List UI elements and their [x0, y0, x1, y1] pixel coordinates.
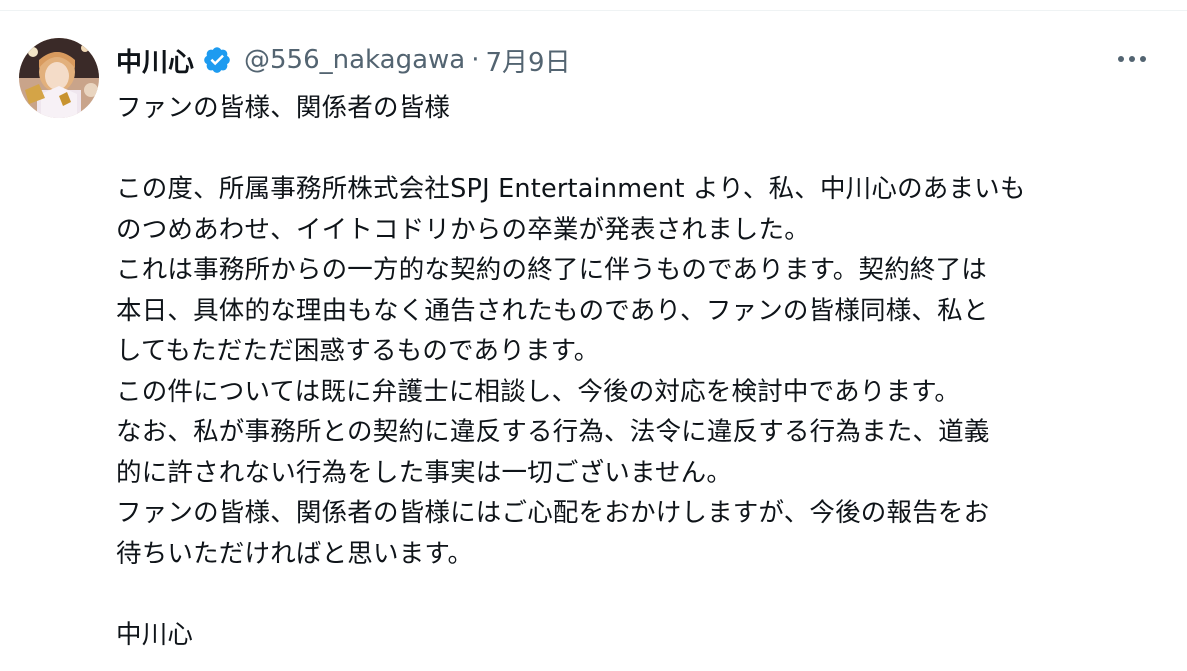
tweet-line: 本日、具体的な理由もなく通告されたものであり、ファンの皆様同様、私と	[116, 295, 989, 326]
tweet-line: この度、所属事務所株式会社SPJ Entertainment より、私、中川心の…	[116, 174, 1026, 204]
tweet-line: 待ちいただければと思います。	[116, 538, 474, 569]
tweet-line	[116, 129, 1156, 170]
avatar-image	[19, 38, 99, 118]
user-handle[interactable]: @556_nakagawa	[244, 45, 465, 75]
more-horizontal-icon	[1118, 56, 1146, 62]
verified-badge-icon	[202, 45, 232, 75]
tweet-line: この件については既に弁護士に相談し、今後の対応を検討中であります。	[116, 376, 961, 407]
tweet-date[interactable]: 7月9日	[485, 42, 570, 79]
tweet-line: なお、私が事務所との契約に違反する行為、法令に違反する行為また、道義	[116, 417, 990, 447]
tweet-line: 中川心	[116, 619, 194, 650]
tweet-line: してもただただ困惑するものであります。	[116, 336, 600, 366]
avatar[interactable]	[19, 38, 99, 118]
header-separator: ·	[471, 45, 480, 75]
tweet-header: 中川心 @556_nakagawa · 7月9日	[116, 42, 571, 79]
tweet-line: のつめあわせ、イイトコドリからの卒業が発表されました。	[116, 214, 810, 245]
more-options-button[interactable]	[1112, 44, 1152, 74]
tweet-line: 的に許されない行為をした事実は一切ございません。	[116, 457, 733, 488]
display-name[interactable]: 中川心	[116, 42, 194, 79]
tweet-text: ファンの皆様、関係者の皆様 この度、所属事務所株式会社SPJ Entertain…	[116, 88, 1156, 655]
tweet-line: これは事務所からの一方的な契約の終了に伴うものであります。契約終了は	[116, 255, 987, 285]
tweet-line: ファンの皆様、関係者の皆様にはご心配をおかけしますが、今後の報告をお	[116, 498, 990, 528]
tweet-line: ファンの皆様、関係者の皆様	[116, 93, 451, 123]
tweet-line	[116, 574, 1156, 615]
tweet[interactable]: 中川心 @556_nakagawa · 7月9日 ファンの皆様、関係者の皆様 こ…	[0, 11, 1187, 671]
